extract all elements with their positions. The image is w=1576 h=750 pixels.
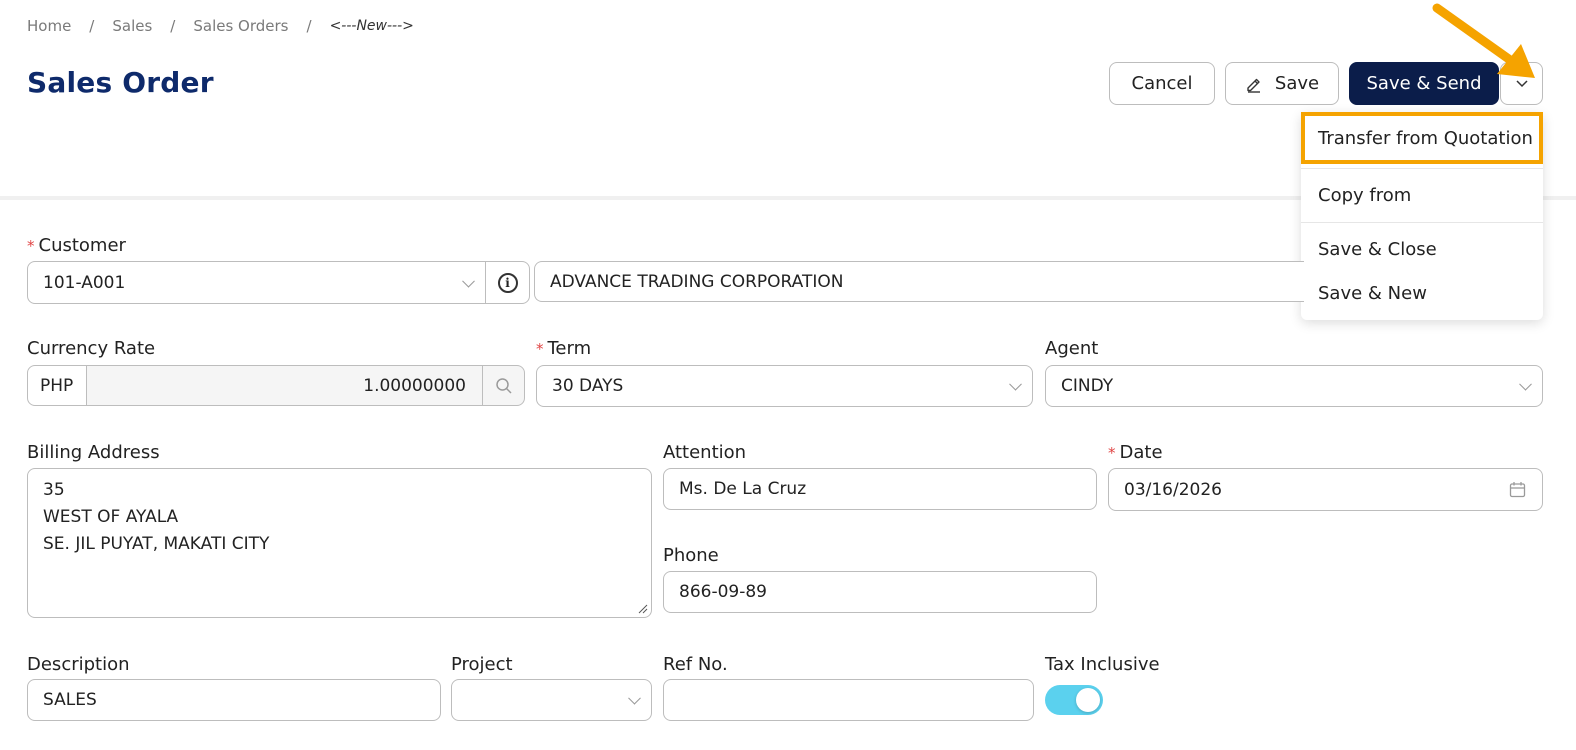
chevron-down-icon: [628, 691, 641, 705]
term-value: 30 DAYS: [552, 376, 624, 396]
date-value: 03/16/2026: [1124, 479, 1222, 500]
billing-address-line: SE. JIL PUYAT, MAKATI CITY: [43, 534, 270, 554]
date-picker[interactable]: 03/16/2026: [1108, 468, 1543, 511]
phone-label: Phone: [663, 545, 719, 566]
page-title: Sales Order: [27, 66, 214, 99]
customer-label: * Customer: [27, 235, 126, 256]
menu-divider: [1301, 168, 1543, 169]
breadcrumb-separator: /: [170, 17, 176, 35]
menu-item-save-and-new[interactable]: Save & New: [1301, 272, 1543, 314]
currency-code: PHP: [27, 365, 87, 406]
billing-address-line: 35: [43, 480, 65, 500]
breadcrumb: Home / Sales / Sales Orders / <---New---…: [27, 17, 414, 35]
date-label: * Date: [1108, 442, 1163, 463]
billing-address-line: WEST OF AYALA: [43, 507, 179, 527]
project-label: Project: [451, 654, 513, 675]
menu-item-save-and-close[interactable]: Save & Close: [1301, 228, 1543, 270]
customer-code-select[interactable]: 101-A001: [27, 261, 486, 304]
project-select[interactable]: [451, 679, 652, 721]
attention-label: Attention: [663, 442, 747, 463]
info-icon: i: [497, 272, 518, 293]
more-actions-menu: Transfer from Quotation Copy from Save &…: [1301, 112, 1543, 320]
chevron-down-icon: [462, 274, 475, 288]
billing-address-label: Billing Address: [27, 442, 160, 463]
save-button-label: Save: [1274, 73, 1320, 94]
agent-select[interactable]: CINDY: [1045, 365, 1543, 407]
pencil-icon: [1247, 78, 1260, 93]
currency-rate-label: Currency Rate: [27, 338, 156, 359]
required-mark: *: [536, 340, 544, 358]
billing-address-textarea[interactable]: 35 WEST OF AYALA SE. JIL PUYAT, MAKATI C…: [27, 468, 652, 618]
term-select[interactable]: 30 DAYS: [536, 365, 1033, 407]
toggle-knob: [1076, 688, 1100, 712]
customer-info-button[interactable]: i: [485, 261, 530, 304]
phone-input[interactable]: 866-09-89: [663, 571, 1097, 613]
ref-no-label: Ref No.: [663, 654, 728, 675]
save-button[interactable]: Save: [1225, 62, 1339, 105]
chevron-down-icon: [1009, 377, 1022, 391]
ref-no-input[interactable]: [663, 679, 1034, 721]
breadcrumb-home[interactable]: Home: [27, 17, 71, 35]
customer-code-value: 101-A001: [43, 272, 126, 293]
agent-value: CINDY: [1061, 376, 1114, 396]
tax-inclusive-label: Tax Inclusive: [1045, 654, 1160, 675]
required-mark: *: [1108, 444, 1116, 462]
required-mark: *: [27, 237, 35, 255]
chevron-down-icon: [1519, 377, 1532, 391]
agent-label: Agent: [1045, 338, 1099, 359]
search-icon: [495, 377, 512, 394]
annotation-arrow-icon: [1432, 3, 1535, 78]
breadcrumb-separator: /: [89, 17, 95, 35]
currency-search-button[interactable]: [482, 365, 525, 406]
breadcrumb-sales[interactable]: Sales: [112, 17, 152, 35]
menu-divider: [1301, 222, 1543, 223]
description-label: Description: [27, 654, 130, 675]
calendar-icon[interactable]: [1509, 481, 1526, 498]
cancel-button[interactable]: Cancel: [1109, 62, 1215, 105]
description-input[interactable]: SALES: [27, 679, 441, 721]
resize-handle-icon[interactable]: [638, 604, 648, 614]
attention-input[interactable]: Ms. De La Cruz: [663, 468, 1097, 510]
term-label: * Term: [536, 338, 592, 359]
menu-item-copy-from[interactable]: Copy from: [1301, 174, 1543, 216]
currency-rate-field[interactable]: 1.00000000: [86, 365, 483, 406]
breadcrumb-sales-orders[interactable]: Sales Orders: [193, 17, 288, 35]
breadcrumb-current: <---New--->: [329, 18, 414, 34]
customer-name-field[interactable]: ADVANCE TRADING CORPORATION: [534, 261, 1304, 302]
menu-item-transfer-from-quotation[interactable]: Transfer from Quotation: [1301, 112, 1543, 164]
breadcrumb-separator: /: [306, 17, 312, 35]
tax-inclusive-toggle[interactable]: [1045, 685, 1103, 715]
